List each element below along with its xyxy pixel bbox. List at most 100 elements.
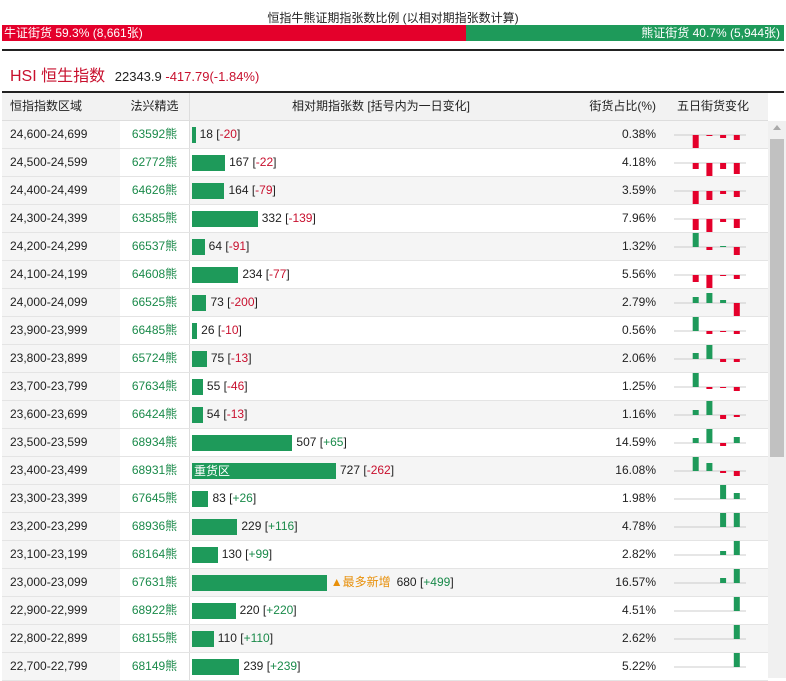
five-day-cell	[660, 205, 766, 232]
range-cell: 23,000-23,099	[2, 569, 120, 596]
mini-bar	[720, 300, 727, 303]
five-day-mini-chart	[674, 218, 746, 232]
count-value: 55	[206, 379, 221, 393]
pct-cell: 4.78%	[621, 519, 656, 533]
count-cell: ▲最多新增 680 [+499]	[190, 569, 570, 596]
warrant-code-link[interactable]: 66537熊	[120, 233, 190, 260]
count-cell: 229 [+116]	[190, 513, 570, 540]
warrant-code-link[interactable]: 68922熊	[120, 597, 190, 624]
mini-bar	[706, 463, 713, 471]
warrant-code-link[interactable]: 68164熊	[120, 541, 190, 568]
count-bar	[192, 322, 198, 339]
mini-bar	[720, 275, 727, 276]
range-cell: 23,400-23,499	[2, 457, 120, 484]
pct-cell: 1.16%	[621, 407, 656, 421]
five-day-cell	[660, 261, 766, 288]
count-bar	[192, 490, 209, 507]
five-day-mini-chart	[674, 541, 746, 556]
mini-bar	[720, 485, 727, 499]
table-row: 24,000-24,099 66525熊 73 [-200] 2.79%	[2, 289, 768, 317]
day-change: +99	[248, 547, 269, 561]
mini-bar	[720, 551, 727, 555]
mini-bar	[720, 219, 727, 222]
count-value: 110	[217, 631, 237, 645]
count-value: 83	[212, 491, 226, 505]
warrant-code-link[interactable]: 67645熊	[120, 485, 190, 512]
five-day-mini-chart	[674, 569, 746, 584]
day-change: -139	[288, 211, 313, 225]
mini-bar	[733, 493, 740, 499]
mini-bar	[706, 387, 713, 389]
day-change: +26	[232, 491, 253, 505]
five-day-cell	[660, 177, 766, 204]
five-day-cell	[660, 401, 766, 428]
warrant-code-link[interactable]: 64626熊	[120, 177, 190, 204]
day-change: +499	[423, 575, 451, 589]
mini-bar	[720, 471, 727, 473]
mini-bar	[720, 387, 727, 388]
warrant-code-link[interactable]: 68934熊	[120, 429, 190, 456]
warrant-code-link[interactable]: 66485熊	[120, 317, 190, 344]
count-cell: 重货区 727 [-262]	[190, 457, 570, 484]
day-change: -13	[226, 407, 245, 421]
warrant-code-link[interactable]: 63585熊	[120, 205, 190, 232]
scrollbar-thumb[interactable]	[770, 139, 784, 457]
mini-bar	[733, 597, 740, 611]
count-cell: 130 [+99]	[190, 541, 570, 568]
table-row: 23,200-23,299 68936熊 229 [+116] 4.78%	[2, 513, 768, 541]
warrant-code-link[interactable]: 67634熊	[120, 373, 190, 400]
mini-bar	[706, 163, 713, 176]
count-bar	[192, 546, 218, 563]
count-value: 73	[210, 295, 224, 309]
pct-cell: 1.25%	[621, 379, 656, 393]
count-bar	[192, 182, 225, 199]
count-cell: 18 [-20]	[190, 121, 570, 148]
mini-bar	[692, 219, 699, 230]
table-row: 24,600-24,699 63592熊 18 [-20] 0.38%	[2, 121, 768, 149]
warrant-code-link[interactable]: 67631熊	[120, 569, 190, 596]
mini-bar	[733, 247, 740, 255]
table-row: 24,200-24,299 66537熊 64 [-91] 1.32%	[2, 233, 768, 261]
pct-cell: 14.59%	[615, 435, 656, 449]
warrant-code-link[interactable]: 66424熊	[120, 401, 190, 428]
scroll-up-arrow-icon[interactable]	[773, 125, 781, 130]
bull-bear-ratio-bar: 牛证街货 59.3% (8,661张) 熊证街货 40.7% (5,944张)	[2, 25, 784, 41]
warrant-code-link[interactable]: 63592熊	[120, 121, 190, 148]
day-change: -13	[230, 351, 249, 365]
five-day-mini-chart	[674, 190, 746, 204]
warrant-code-link[interactable]: 68149熊	[120, 653, 190, 680]
range-cell: 24,600-24,699	[2, 121, 120, 148]
count-bar	[192, 602, 236, 619]
warrant-code-link[interactable]: 68936熊	[120, 513, 190, 540]
mini-bar	[720, 331, 727, 332]
warrant-code-link[interactable]: 68155熊	[120, 625, 190, 652]
count-bar: 重货区	[192, 462, 336, 479]
pct-cell: 4.51%	[621, 603, 656, 617]
day-change: +220	[266, 603, 294, 617]
pct-cell: 7.96%	[621, 211, 656, 225]
five-day-cell	[660, 541, 766, 568]
mini-bar	[706, 275, 713, 288]
warrant-code-link[interactable]: 62772熊	[120, 149, 190, 176]
mini-bar	[733, 471, 740, 476]
header-range: 恒指指数区域	[2, 93, 120, 120]
day-change: -46	[226, 379, 245, 393]
mini-bar	[733, 275, 740, 279]
count-cell: 55 [-46]	[190, 373, 570, 400]
mini-bar	[692, 163, 699, 169]
table-row: 23,800-23,899 65724熊 75 [-13] 2.06%	[2, 345, 768, 373]
warrant-code-link[interactable]: 65724熊	[120, 345, 190, 372]
count-value: 220	[239, 603, 260, 617]
mini-bar	[720, 246, 727, 247]
range-cell: 23,300-23,399	[2, 485, 120, 512]
warrant-code-link[interactable]: 66525熊	[120, 289, 190, 316]
mini-bar	[733, 387, 740, 391]
index-value: 22343.9	[114, 69, 162, 84]
warrant-code-link[interactable]: 68931熊	[120, 457, 190, 484]
range-cell: 23,500-23,599	[2, 429, 120, 456]
warrant-code-link[interactable]: 64608熊	[120, 261, 190, 288]
scrollbar[interactable]	[768, 121, 786, 678]
pct-cell: 1.32%	[621, 239, 656, 253]
chart-title: 恒指牛熊证期指张数比例 (以相对期指张数计算)	[267, 11, 519, 25]
mini-bar	[692, 297, 699, 303]
